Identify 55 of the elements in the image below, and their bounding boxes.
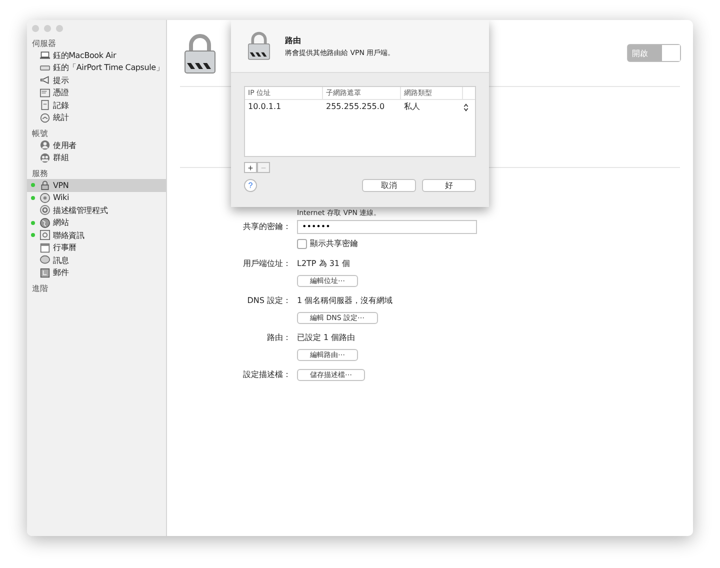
show-secret-checkbox[interactable]: 顯示共享密鑰 [297, 238, 693, 249]
lock-icon [40, 180, 50, 190]
document-icon [40, 100, 50, 110]
setting-label: 路由： [266, 332, 291, 343]
sidebar-item[interactable]: 鈺的「AirPort Time Capsule」 [27, 62, 166, 74]
contact-icon [40, 230, 50, 240]
setting-label: 共享的密鑰： [242, 221, 291, 232]
sidebar-item[interactable]: Wiki [27, 192, 166, 204]
lock-icon [247, 31, 271, 61]
sidebar-item[interactable]: 統計 [27, 112, 166, 124]
window-close-button[interactable] [32, 25, 39, 32]
sidebar-section-title: 進階 [31, 283, 49, 294]
sidebar-item[interactable]: 鈺的MacBook Air [27, 49, 166, 62]
sidebar-item[interactable]: 訊息 [27, 254, 166, 266]
sidebar-item[interactable]: 使用者 [27, 139, 166, 152]
sidebar-item[interactable]: 記錄 [27, 99, 166, 112]
setting-value: 已設定 1 個路由 [297, 332, 356, 343]
laptop-icon [40, 50, 50, 60]
bubble-icon [40, 255, 50, 266]
stepper-icon[interactable] [463, 102, 469, 112]
table-cell-text: 255.255.255.0 [325, 101, 386, 113]
sidebar-section-title: 服務 [31, 168, 49, 179]
table-cell-text: 10.0.1.1 [247, 101, 282, 113]
sidebar-item[interactable]: 行事曆 [27, 242, 166, 254]
sidebar-item[interactable]: 提示 [27, 74, 166, 86]
globe-icon [40, 218, 50, 228]
sidebar-item[interactable]: VPN [27, 179, 166, 192]
calendar-icon [40, 242, 50, 253]
help-button[interactable]: ? [244, 179, 257, 192]
certificate-icon [40, 88, 50, 98]
sidebar-item[interactable]: 描述檔管理程式 [27, 204, 166, 216]
window-zoom-button[interactable] [56, 25, 63, 32]
group-icon [40, 152, 50, 163]
sidebar-item[interactable]: 郵件 [27, 266, 166, 279]
setting-label: 設定描述檔： [242, 369, 291, 380]
setting-label: 用戶端位址： [242, 258, 291, 269]
sidebar-section-title: 伺服器 [31, 38, 57, 49]
setting-label: DNS 設定： [246, 295, 291, 306]
person-icon [40, 140, 50, 150]
sheet-title: 路由 [285, 34, 302, 46]
shared-secret-field[interactable]: •••••• [297, 220, 477, 234]
lock-icon [183, 34, 217, 74]
add-button[interactable]: + [244, 162, 257, 173]
sidebar-item[interactable]: 聯絡資訊 [27, 229, 166, 242]
megaphone-icon [40, 75, 50, 86]
sidebar-item[interactable]: 憑證 [27, 86, 166, 99]
sidebar-item[interactable]: 網站 [27, 216, 166, 229]
table-cell-text: 私人 [403, 101, 421, 113]
sidebar-item[interactable]: 群組 [27, 152, 166, 164]
sidebar-section-title: 帳號 [31, 128, 49, 139]
dialog-button[interactable]: 取消 [362, 179, 416, 192]
dialog-button[interactable]: 好 [422, 179, 476, 192]
window-minimize-button[interactable] [44, 25, 51, 32]
setting-value: 1 個名稱伺服器，沒有網域 [297, 295, 394, 306]
setting-value: L2TP 為 31 個 [297, 258, 352, 269]
